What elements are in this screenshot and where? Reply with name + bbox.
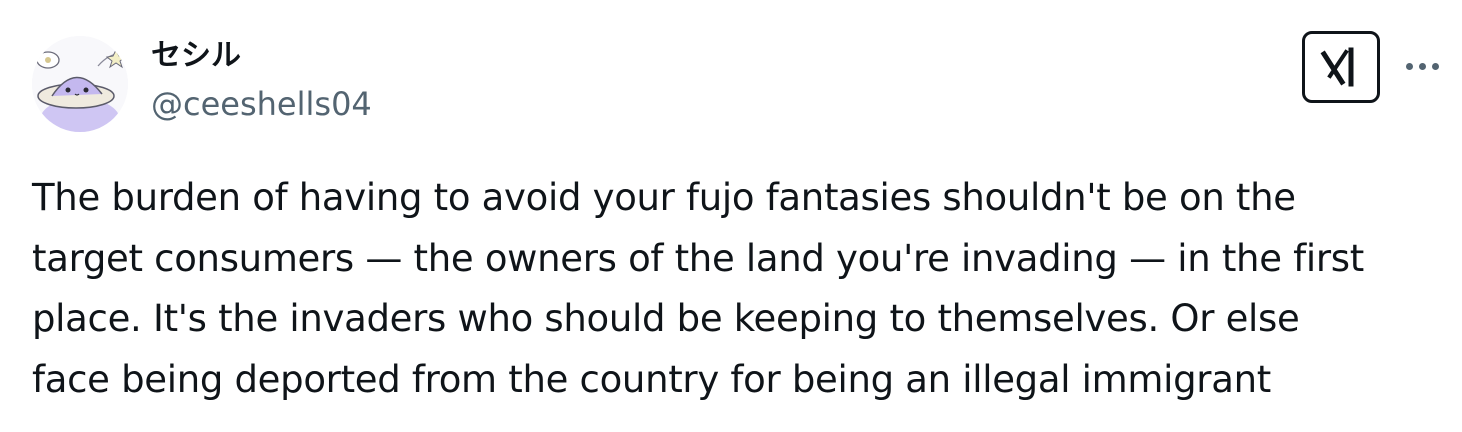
tweet-text-line: place. It's the invaders who should be k…	[32, 297, 1300, 340]
more-icon-dot	[1406, 63, 1413, 70]
tweet-text-line: target consumers — the owners of the lan…	[32, 236, 1364, 280]
user-handle[interactable]: @ceeshells04	[151, 84, 372, 124]
grok-button[interactable]	[1302, 31, 1380, 103]
avatar[interactable]	[32, 36, 128, 132]
author-block: セシル @ceeshells04	[151, 34, 751, 134]
more-icon-dot	[1419, 63, 1426, 70]
tweet-text-line: face being deported from the country for…	[32, 357, 1271, 401]
grok-icon	[1320, 47, 1354, 87]
more-icon-dot	[1432, 63, 1439, 70]
tweet-card: セシル @ceeshells04 The burden of having to…	[0, 0, 1462, 432]
avatar-illustration	[32, 36, 128, 132]
display-name[interactable]: セシル	[151, 36, 241, 76]
more-options-button[interactable]	[1400, 46, 1444, 86]
tweet-text-line: The burden of having to avoid your fujo …	[32, 176, 1296, 219]
tweet-text: The burden of having to avoid your fujo …	[32, 168, 1442, 410]
